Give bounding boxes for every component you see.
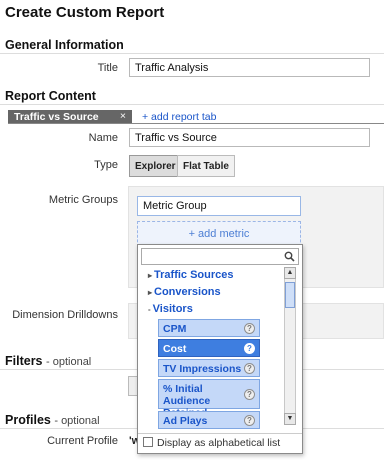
name-label: Name xyxy=(88,132,118,144)
metric-item-tv-impressions[interactable]: TV Impressions ? xyxy=(158,359,260,377)
add-report-tab-link[interactable]: + add report tab xyxy=(142,111,216,123)
expand-arrow-icon: ▸ xyxy=(148,288,153,297)
filters-heading: Filters - optional xyxy=(5,354,92,368)
category-visitors[interactable]: - Visitors xyxy=(148,303,193,315)
metric-item-initial-audience-retained[interactable]: % Initial Audience Retained ? xyxy=(158,379,260,419)
divider xyxy=(0,53,384,54)
type-explorer-button[interactable]: Explorer xyxy=(129,155,182,177)
report-tab-traffic-vs-source[interactable]: Traffic vs Source × xyxy=(8,110,132,124)
scrollbar-thumb[interactable] xyxy=(285,282,295,308)
info-icon[interactable]: ? xyxy=(244,415,255,426)
alphabetical-list-option[interactable]: Display as alphabetical list xyxy=(138,433,302,453)
metric-list-scrollbar[interactable]: ▲ ▼ xyxy=(284,267,296,425)
general-information-heading: General Information xyxy=(5,38,124,52)
expand-arrow-icon: ▸ xyxy=(148,271,153,280)
title-input[interactable]: Traffic Analysis xyxy=(129,58,370,77)
profiles-optional-note: - optional xyxy=(54,415,100,427)
page-title: Create Custom Report xyxy=(5,4,165,21)
info-icon[interactable]: ? xyxy=(244,323,255,334)
metric-groups-label: Metric Groups xyxy=(48,194,118,206)
alphabetical-list-label: Display as alphabetical list xyxy=(157,437,281,449)
close-tab-icon[interactable]: × xyxy=(120,110,126,122)
category-conversions[interactable]: ▸ Conversions xyxy=(148,286,221,298)
metric-picker-dropdown: ▸ Traffic Sources ▸ Conversions - Visitors … xyxy=(137,244,303,454)
type-flat-table-button[interactable]: Flat Table xyxy=(177,155,235,177)
collapse-icon: - xyxy=(148,305,151,314)
metric-item-cpm[interactable]: CPM ? xyxy=(158,319,260,337)
info-icon[interactable]: ? xyxy=(244,363,255,374)
search-icon xyxy=(284,251,295,262)
category-traffic-sources[interactable]: ▸ Traffic Sources xyxy=(148,269,234,281)
metric-search-input[interactable] xyxy=(141,248,299,265)
report-tab-label: Traffic vs Source xyxy=(14,111,99,123)
metric-group-name-input[interactable]: Metric Group xyxy=(137,196,301,216)
current-profile-label: Current Profile xyxy=(47,435,118,447)
report-content-heading: Report Content xyxy=(5,89,96,103)
filters-optional-note: - optional xyxy=(46,356,92,368)
metric-item-cost[interactable]: Cost ? xyxy=(158,339,260,357)
profiles-heading: Profiles - optional xyxy=(5,413,100,427)
tab-underline xyxy=(8,123,384,124)
name-input[interactable]: Traffic vs Source xyxy=(129,128,370,147)
info-icon[interactable]: ? xyxy=(244,389,255,400)
title-label: Title xyxy=(97,62,118,74)
metric-item-ad-plays[interactable]: Ad Plays ? xyxy=(158,411,260,429)
scroll-down-icon[interactable]: ▼ xyxy=(284,413,296,425)
dimension-drilldowns-label: Dimension Drilldowns xyxy=(12,309,118,321)
info-icon[interactable]: ? xyxy=(244,343,255,354)
divider xyxy=(0,104,384,105)
scroll-up-icon[interactable]: ▲ xyxy=(284,267,296,279)
alphabetical-list-checkbox[interactable] xyxy=(143,437,153,447)
type-label: Type xyxy=(94,159,118,171)
